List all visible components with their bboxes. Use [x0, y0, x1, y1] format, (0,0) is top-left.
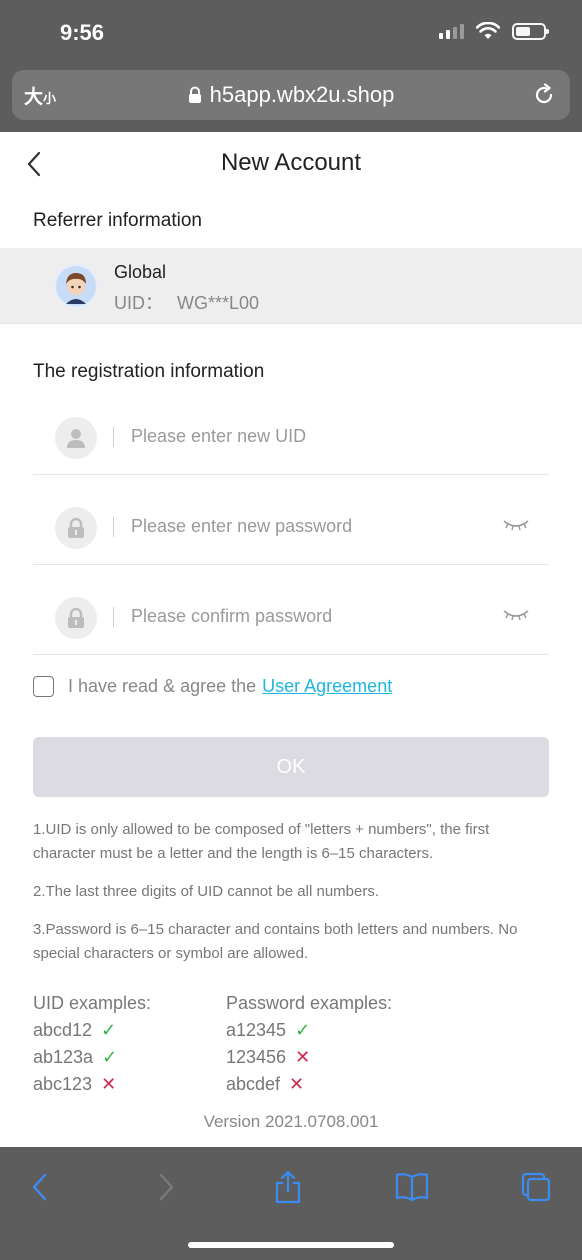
check-icon: ✓ — [101, 1020, 117, 1040]
user-agreement-link[interactable]: User Agreement — [262, 676, 392, 697]
list-item: 123456 ✕ — [226, 1044, 392, 1071]
battery-icon — [512, 22, 549, 40]
back-icon — [32, 1173, 47, 1201]
cross-icon: ✕ — [101, 1074, 117, 1094]
rule-2: 2.The last three digits of UID cannot be… — [33, 883, 380, 900]
password-examples-title: Password examples: — [226, 993, 393, 1013]
uid-input[interactable] — [131, 418, 471, 454]
back-icon[interactable] — [24, 150, 46, 178]
rule-3: 3.Password is 6–15 character and contain… — [33, 921, 518, 962]
wifi-icon — [476, 22, 500, 39]
url-display[interactable]: h5app.wbx2u.shop — [12, 82, 570, 108]
cross-icon: ✕ — [289, 1074, 305, 1094]
confirm-password-field — [33, 565, 549, 655]
page-header: New Account — [0, 132, 582, 194]
agreement-checkbox[interactable] — [33, 676, 54, 697]
version-label: Version 2021.0708.001 — [203, 1112, 379, 1131]
bookmarks-button[interactable] — [392, 1167, 432, 1207]
list-item: ab123a ✓ — [33, 1044, 151, 1071]
password-lock-icon — [55, 597, 97, 639]
user-icon — [55, 417, 97, 459]
password-input[interactable] — [131, 508, 471, 544]
agreement-row: I have read & agree the User Agreement — [33, 676, 392, 697]
browser-forward-button[interactable] — [146, 1167, 186, 1207]
status-icons — [439, 22, 549, 40]
password-lock-icon — [55, 507, 97, 549]
lock-icon — [188, 86, 201, 103]
share-button[interactable] — [268, 1167, 308, 1207]
avatar — [54, 264, 98, 308]
list-item: abc123 ✕ — [33, 1071, 151, 1098]
referrer-name: Global — [114, 262, 167, 282]
referrer-card: Global UID： WG***L00 — [0, 248, 582, 324]
uid-examples: UID examples: abcd12 ✓ ab123a ✓ abc123 ✕ — [33, 990, 151, 1098]
browser-back-button[interactable] — [20, 1167, 60, 1207]
referrer-section-title: Referrer information — [33, 210, 202, 231]
list-item: abcd12 ✓ — [33, 1017, 151, 1044]
check-icon: ✓ — [102, 1047, 118, 1067]
referrer-uid: UID： WG***L00 — [114, 293, 260, 313]
list-item: a12345 ✓ — [226, 1017, 392, 1044]
password-examples: Password examples: a12345 ✓ 123456 ✕ abcde… — [226, 990, 392, 1098]
eye-closed-icon[interactable] — [503, 519, 529, 531]
check-icon: ✓ — [295, 1020, 311, 1040]
status-time: 9:56 — [60, 20, 105, 45]
field-separator — [113, 517, 114, 537]
field-separator — [113, 427, 114, 447]
registration-section-title: The registration information — [33, 361, 265, 382]
agreement-text: I have read & agree the — [68, 676, 257, 696]
forward-icon — [159, 1173, 174, 1201]
confirm-password-input[interactable] — [131, 598, 471, 634]
bookmarks-icon — [395, 1173, 429, 1202]
ok-button[interactable]: OK — [33, 737, 549, 797]
url-text: h5app.wbx2u.shop — [209, 82, 395, 107]
tabs-button[interactable] — [516, 1167, 556, 1207]
password-field — [33, 475, 549, 565]
signal-icon — [439, 23, 464, 39]
eye-closed-icon[interactable] — [503, 609, 529, 621]
uid-field — [33, 385, 549, 475]
rule-1: 1.UID is only allowed to be composed of … — [33, 821, 490, 862]
page-title: New Account — [220, 149, 362, 176]
tabs-icon — [521, 1172, 551, 1202]
uid-examples-title: UID examples: — [33, 993, 152, 1013]
list-item: abcdef ✕ — [226, 1071, 392, 1098]
address-bar[interactable]: 大小 h5app.wbx2u.shop — [12, 70, 570, 120]
home-indicator — [188, 1242, 394, 1248]
share-icon — [275, 1170, 301, 1204]
cross-icon: ✕ — [295, 1047, 311, 1067]
reload-icon[interactable] — [532, 83, 556, 107]
field-separator — [113, 607, 114, 627]
browser-chrome: 9:56 大小 h5app.wbx2u.shop — [0, 0, 582, 132]
